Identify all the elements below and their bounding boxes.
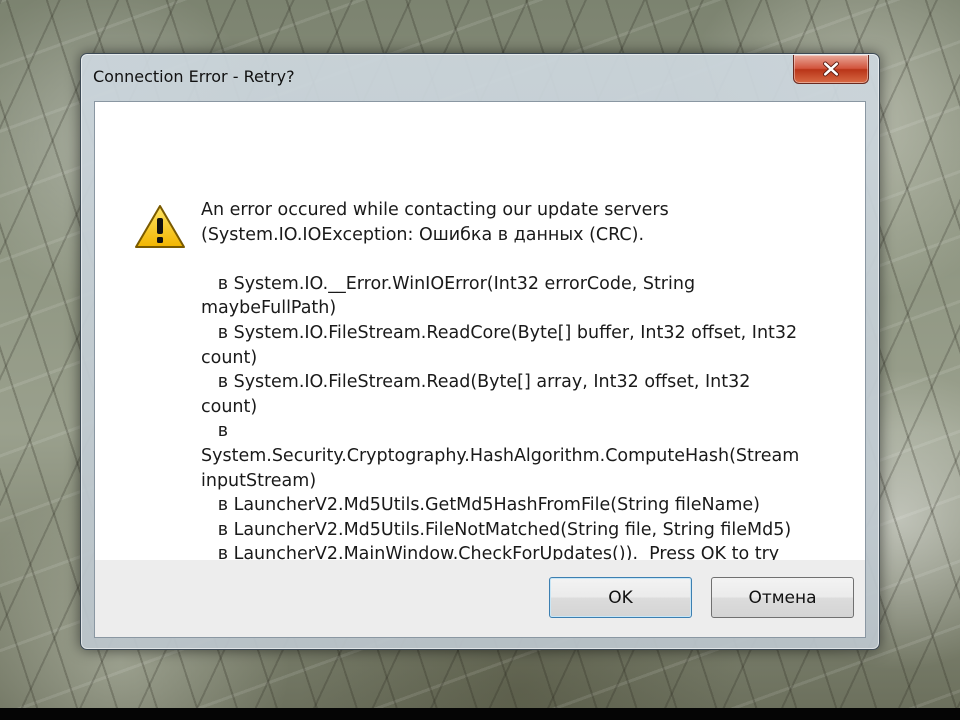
dialog-button-row: OK Отмена <box>95 560 865 637</box>
warning-icon <box>135 205 185 248</box>
dialog-titlebar[interactable]: Connection Error - Retry? <box>81 54 879 99</box>
ok-button[interactable]: OK <box>549 577 692 618</box>
error-message: An error occured while contacting our up… <box>201 200 800 589</box>
bottom-letterbox-bar <box>0 708 960 720</box>
message-panel: An error occured while contacting our up… <box>95 102 865 589</box>
close-button[interactable] <box>793 55 869 84</box>
close-icon <box>823 61 839 77</box>
cancel-button[interactable]: Отмена <box>711 577 854 618</box>
dialog-title: Connection Error - Retry? <box>93 67 295 86</box>
dialog-client-area: An error occured while contacting our up… <box>94 101 866 638</box>
connection-error-dialog: Connection Error - Retry? An error occur… <box>80 53 880 650</box>
